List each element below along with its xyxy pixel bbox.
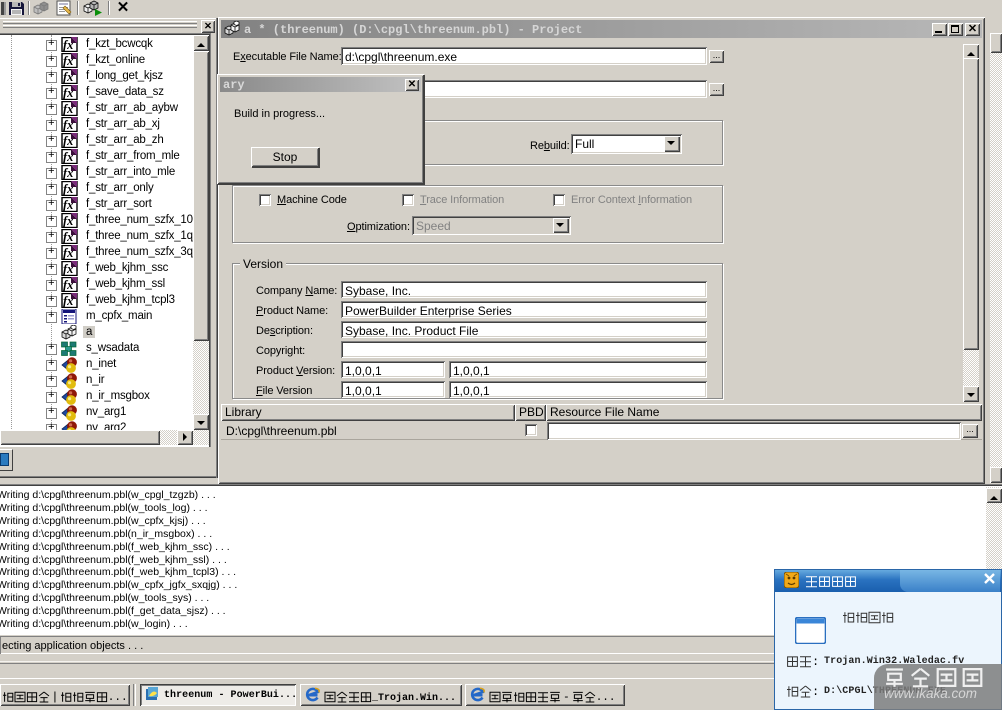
svg-text:fx: fx [63, 230, 73, 244]
svg-text:fx: fx [63, 182, 73, 196]
svg-text:fx: fx [63, 246, 73, 260]
svg-text:fx: fx [63, 38, 73, 52]
svg-text:fx: fx [63, 166, 73, 180]
svg-text:fx: fx [63, 198, 73, 212]
svg-text:fx: fx [63, 278, 73, 292]
svg-text:fx: fx [63, 134, 73, 148]
svg-text:fx: fx [63, 54, 73, 68]
svg-text:fx: fx [63, 86, 73, 100]
svg-text:fx: fx [63, 70, 73, 84]
svg-text:fx: fx [63, 102, 73, 116]
svg-text:fx: fx [63, 118, 73, 132]
svg-text:fx: fx [63, 262, 73, 276]
svg-text:fx: fx [63, 150, 73, 164]
svg-text:fx: fx [63, 294, 73, 308]
svg-text:fx: fx [63, 214, 73, 228]
